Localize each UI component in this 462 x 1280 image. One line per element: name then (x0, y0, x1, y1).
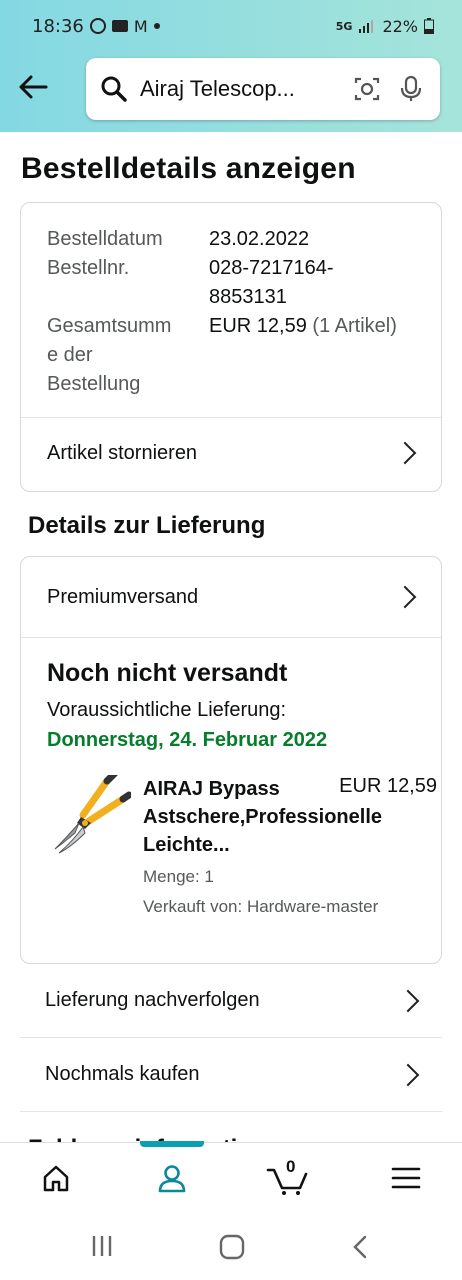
account-icon (158, 1165, 186, 1193)
order-date-value: 23.02.2022 (209, 228, 310, 250)
divider (21, 417, 441, 418)
chevron-right-icon (396, 989, 420, 1012)
whatsapp-icon (89, 18, 106, 34)
back-arrow-icon[interactable] (16, 70, 50, 104)
chevron-right-icon (396, 1063, 420, 1086)
order-total-label-cont2: Bestellung (47, 373, 141, 395)
product-price: EUR 12,59 (335, 775, 437, 798)
product-item[interactable]: AIRAJ Bypass Astschere,Professionelle Le… (39, 769, 443, 929)
divider (21, 637, 441, 638)
order-total-label: Gesamtsumm (47, 315, 172, 337)
shipping-method-label: Premiumversand (47, 585, 199, 608)
track-package-row[interactable]: Lieferung nachverfolgen (20, 964, 442, 1038)
product-seller: Verkauft von: Hardware-master (143, 897, 379, 916)
camera-search-icon[interactable] (352, 74, 382, 104)
order-number-value-cont: 8853131 (209, 286, 287, 308)
chevron-right-icon (393, 585, 417, 609)
search-bar[interactable]: Airaj Telescop... (86, 58, 440, 120)
order-total-label-cont: e der (47, 344, 93, 366)
estimated-delivery-date: Donnerstag, 24. Februar 2022 (47, 729, 328, 751)
cart-count: 0 (286, 1157, 296, 1176)
delivery-card: Premiumversand Noch nicht versandt Vorau… (20, 556, 442, 964)
pruning-shears-image[interactable] (45, 775, 131, 863)
top-header: 18:36 M 5G 22% Airaj Telescop... (0, 0, 462, 132)
shipping-method-row[interactable]: Premiumversand (47, 579, 423, 615)
order-number-label: Bestellnr. (47, 257, 130, 279)
cancel-items-row[interactable]: Artikel stornieren (47, 435, 423, 471)
page-title: Bestelldetails anzeigen (21, 152, 356, 185)
system-navigation-bar (0, 1212, 462, 1280)
home-icon (43, 1165, 69, 1192)
nav-menu[interactable] (366, 1143, 446, 1213)
battery-text: 22% (382, 16, 418, 36)
back-button-icon[interactable] (350, 1234, 370, 1260)
notification-dot-icon (153, 23, 160, 29)
order-date-label: Bestelldatum (47, 228, 163, 250)
bottom-navigation: 0 (0, 1141, 462, 1213)
signal-icon (359, 20, 374, 33)
order-total-value: EUR 12,59 (209, 315, 307, 337)
track-package-label: Lieferung nachverfolgen (45, 989, 260, 1011)
buy-again-label: Nochmals kaufen (45, 1063, 200, 1085)
recent-apps-icon[interactable] (90, 1234, 114, 1258)
product-name-line: Leichte... (143, 834, 230, 856)
buy-again-row[interactable]: Nochmals kaufen (20, 1038, 442, 1112)
nav-account[interactable] (132, 1143, 212, 1213)
order-summary-card: Bestelldatum 23.02.2022 Bestellnr. 028-7… (20, 202, 442, 492)
clock: 18:36 (32, 15, 84, 37)
nav-cart[interactable]: 0 (248, 1143, 328, 1213)
status-bar: 18:36 M 5G 22% (32, 14, 434, 38)
order-item-count: (1 Artikel) (312, 315, 397, 337)
home-button-icon[interactable] (219, 1234, 245, 1260)
product-name-line: Astschere,Professionelle (143, 806, 382, 828)
delivery-section-title: Details zur Lieferung (28, 512, 266, 539)
message-icon (111, 20, 128, 32)
menu-icon (391, 1167, 421, 1189)
search-icon (101, 76, 127, 102)
search-input[interactable]: Airaj Telescop... (140, 76, 338, 102)
order-number-value: 028-7217164- (209, 257, 334, 279)
network-icon: 5G (335, 19, 353, 33)
chevron-right-icon (393, 441, 417, 465)
gmail-icon: M (133, 16, 148, 36)
microphone-icon[interactable] (396, 74, 426, 104)
estimated-delivery-label: Voraussichtliche Lieferung: (47, 699, 287, 721)
cancel-items-label: Artikel stornieren (47, 441, 198, 464)
product-quantity: Menge: 1 (143, 867, 214, 886)
nav-home[interactable] (16, 1143, 96, 1213)
battery-icon (424, 18, 434, 34)
shipment-status: Noch nicht versandt (47, 659, 288, 687)
